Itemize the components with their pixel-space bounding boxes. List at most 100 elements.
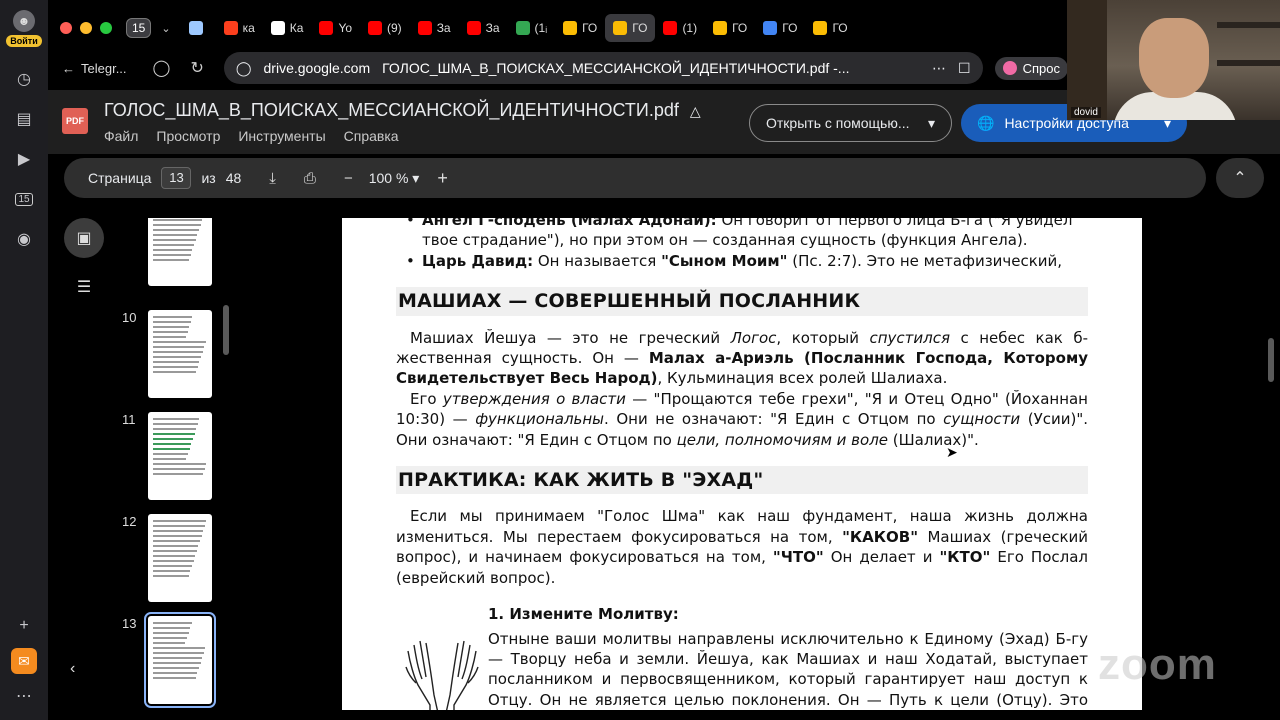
shelf	[1217, 60, 1280, 66]
tab-favicon-icon	[188, 21, 203, 35]
browser-tab[interactable]: За	[410, 14, 459, 42]
shelf	[1217, 22, 1280, 28]
notes-icon[interactable]: ▤	[10, 105, 38, 133]
thumbnail-preview[interactable]	[144, 612, 216, 708]
history-icon[interactable]: ◷	[10, 65, 38, 93]
bookmark-icon[interactable]: ☐	[958, 60, 971, 77]
ask-label: Спрос	[1022, 60, 1060, 76]
yandex-icon[interactable]: ◯	[153, 58, 171, 78]
dropdown-caret-icon: ▾	[927, 114, 935, 131]
italic-text: цели, полномочиям и воле	[676, 430, 889, 449]
mail-icon[interactable]: ✉	[11, 648, 37, 674]
back-to-telegram-button[interactable]: ← Telegr...	[62, 61, 127, 76]
browser-tab[interactable]	[181, 14, 216, 42]
add-icon[interactable]: +	[10, 612, 38, 640]
bold-text: Царь Давид:	[422, 251, 534, 270]
tab-list-chevron-icon[interactable]: ⌄	[161, 22, 170, 35]
open-with-label: Открыть с помощью...	[766, 115, 910, 131]
calendar-icon[interactable]: 15	[10, 185, 38, 213]
tab-favicon-icon	[223, 21, 238, 35]
browser-tab[interactable]: Ка	[263, 14, 312, 42]
menu-help[interactable]: Справка	[344, 128, 399, 144]
body-text: Его	[410, 389, 443, 408]
thumbnail-preview[interactable]	[148, 514, 212, 602]
thumbnail-preview[interactable]	[148, 218, 212, 286]
menu-file[interactable]: Файл	[104, 128, 138, 144]
tab-favicon-icon	[515, 21, 530, 35]
collapse-panel-icon[interactable]: ‹	[70, 660, 75, 678]
tab-count-badge[interactable]: 15	[126, 18, 152, 38]
download-icon[interactable]: ⤓	[269, 170, 276, 187]
paragraph: Машиах Йешуа — это не греческий Логос, к…	[396, 328, 1088, 389]
browser-tab[interactable]: За	[459, 14, 508, 42]
paragraph: Если мы принимаем "Голос Шма" как наш фу…	[396, 506, 1088, 588]
body-text: Он называется	[533, 251, 662, 270]
paragraph: Отныне ваши молитвы направлены исключите…	[488, 629, 1088, 709]
login-label: Войти	[6, 35, 42, 47]
tab-favicon-icon	[368, 21, 383, 35]
close-window-button[interactable]	[60, 22, 72, 34]
more-icon[interactable]: ⋯	[10, 682, 38, 710]
browser-tab[interactable]: (1ᵢ	[508, 14, 556, 42]
italic-text: Логос	[730, 328, 777, 347]
more-dots-icon[interactable]: ⋯	[932, 60, 946, 77]
bold-text: Ангел Г-сподень (Малах Адонай):	[422, 218, 717, 229]
tab-favicon-icon	[763, 21, 778, 35]
participant-name: dovid	[1071, 107, 1101, 118]
of-label: из	[201, 170, 216, 186]
shared-drive-icon[interactable]: △	[690, 103, 701, 119]
url-title: ГОЛОС_ШМА_В_ПОИСКАХ_МЕССИАНСКОЙ_ИДЕНТИЧН…	[382, 60, 850, 76]
reload-icon[interactable]: ↻	[190, 58, 203, 78]
zoom-value: 100 %	[368, 169, 409, 186]
browser-tab[interactable]: ка	[216, 14, 263, 42]
collapse-toolbar-button[interactable]: ⌃	[1216, 158, 1264, 198]
thumbnail-page-number: 13	[122, 616, 137, 631]
page-number-input[interactable]: 13	[161, 167, 192, 189]
site-info-icon[interactable]: ◯	[236, 60, 252, 77]
omnibox[interactable]: ◯ drive.google.com ГОЛОС_ШМА_В_ПОИСКАХ_М…	[223, 52, 983, 84]
outline-view-icon[interactable]: ☰	[64, 272, 104, 302]
tab-favicon-icon	[319, 21, 334, 35]
thumbnail-scrollbar[interactable]	[223, 305, 229, 355]
browser-tab[interactable]: ГО	[605, 14, 656, 42]
open-with-button[interactable]: Открыть с помощью... ▾	[749, 104, 952, 142]
browser-tab[interactable]: ГО	[755, 14, 805, 42]
bold-text: "Сыном Моим"	[661, 251, 788, 270]
browser-tab[interactable]: ГО	[705, 14, 755, 42]
browser-tab[interactable]: ГО	[555, 14, 605, 42]
zoom-watermark: zoom	[1098, 640, 1217, 689]
tab-label: (9)	[387, 21, 402, 35]
thumbnail-preview[interactable]	[148, 310, 212, 398]
print-icon[interactable]: ⎙	[304, 170, 316, 187]
address-row: ← Telegr... ◯ ↻ ◯ drive.google.com ГОЛОС…	[48, 50, 1068, 86]
thumbnail-preview[interactable]	[148, 412, 212, 500]
zoom-in-icon[interactable]: +	[437, 168, 448, 189]
browser-tab[interactable]: (9)	[360, 14, 410, 42]
browser-tab[interactable]: ГО	[805, 14, 855, 42]
page-scrollbar[interactable]	[1268, 338, 1274, 382]
minimize-window-button[interactable]	[80, 22, 92, 34]
thumbnail-panel: 10 11 12 13	[112, 218, 222, 710]
body-text: . Они не означают: "Я Един с Отцом по	[604, 410, 944, 429]
browser-tab[interactable]: Yo	[311, 14, 360, 42]
browser-tab[interactable]: (1)	[655, 14, 705, 42]
tab-favicon-icon	[270, 21, 285, 35]
menu-tools[interactable]: Инструменты	[238, 128, 325, 144]
italic-text: сущности	[943, 410, 1021, 429]
zoom-out-icon[interactable]: −	[344, 170, 353, 187]
camera-icon[interactable]: ◉	[10, 225, 38, 253]
maximize-window-button[interactable]	[100, 22, 112, 34]
login-button[interactable]: ☻ Войти	[6, 10, 42, 47]
thumbnails-view-icon[interactable]: ▣	[64, 218, 104, 258]
tab-favicon-icon	[563, 21, 578, 35]
tab-label: За	[485, 21, 500, 35]
zoom-select[interactable]: 100 % ▾	[369, 170, 420, 187]
browser-tab-strip: 15 ⌄ ка Ка Yo (9) За За (1ᵢ ГО ГО (1) ГО ГО ГО	[48, 8, 1068, 48]
tab-favicon-icon	[613, 21, 628, 35]
tab-favicon-icon	[466, 21, 481, 35]
webcam-overlay: dovid	[1067, 0, 1280, 120]
menu-view[interactable]: Просмотр	[156, 128, 220, 144]
ask-button[interactable]: Спрос	[994, 56, 1068, 80]
tab-label: Ка	[289, 21, 304, 35]
play-icon[interactable]: ▶	[10, 145, 38, 173]
